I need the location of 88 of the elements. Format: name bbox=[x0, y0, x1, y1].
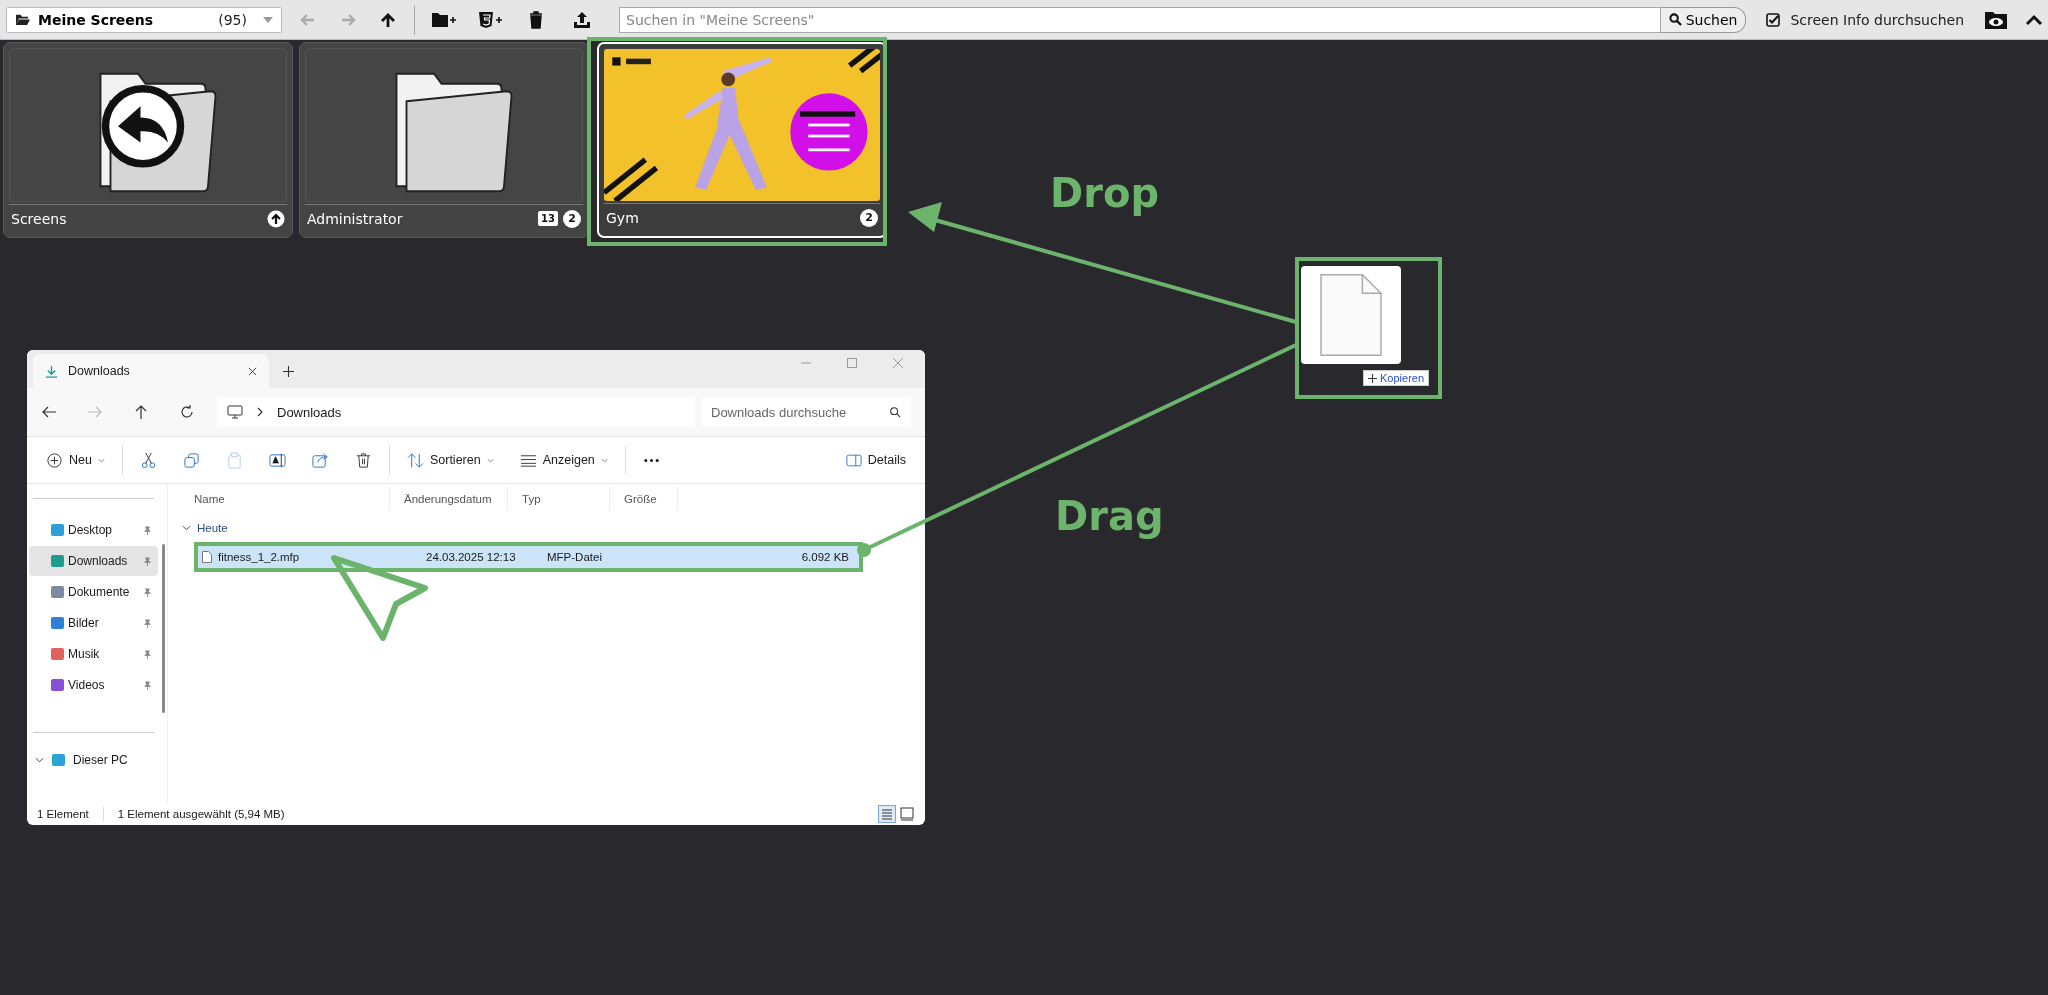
annotation-label: Drag bbox=[1055, 493, 1164, 539]
copy-icon bbox=[182, 451, 200, 469]
copy-label: Kopieren bbox=[1380, 372, 1425, 384]
pin-icon bbox=[143, 587, 152, 597]
sidebar-item[interactable]: Desktop bbox=[29, 515, 158, 545]
file-icon bbox=[202, 551, 212, 563]
search-icon bbox=[889, 406, 901, 418]
sidebar-item[interactable]: Dokumente bbox=[29, 577, 158, 607]
table-cell-text: 6.092 KB bbox=[800, 551, 850, 563]
group-header[interactable]: Heute bbox=[180, 514, 903, 542]
chevron-icon bbox=[182, 525, 191, 531]
file-row[interactable]: fitness_1_2.mfp 24.03.2025 12:13 MFP-Datei 6.092 KB bbox=[198, 546, 859, 568]
pin-icon bbox=[143, 649, 152, 659]
computer-icon bbox=[227, 405, 243, 419]
file-icon bbox=[1320, 273, 1382, 357]
file-name: fitness_1_2.mfp bbox=[218, 551, 300, 563]
folder-eye-icon[interactable] bbox=[1984, 9, 2008, 30]
tile-view-icon[interactable] bbox=[899, 806, 915, 822]
column-header[interactable]: Typ bbox=[508, 487, 610, 511]
item-count: 2 bbox=[563, 209, 581, 228]
chevron-icon bbox=[600, 457, 608, 463]
chevron-icon bbox=[257, 407, 263, 417]
new-button[interactable]: Neu bbox=[37, 447, 114, 473]
search-field[interactable]: Suchen in "Meine Screens" bbox=[619, 6, 1661, 33]
download-icon bbox=[45, 364, 58, 378]
folder-select[interactable]: Meine Screens (95) bbox=[6, 6, 282, 33]
window-tab[interactable]: Downloads bbox=[33, 354, 269, 388]
panel-icon bbox=[845, 453, 862, 467]
address-bar[interactable]: Downloads bbox=[217, 397, 695, 427]
table-cell-text: 24.03.2025 12:13 bbox=[425, 551, 517, 563]
view-button[interactable]: Anzeigen bbox=[510, 447, 617, 473]
clipboard-icon bbox=[225, 451, 243, 469]
folder-name: Gym bbox=[606, 209, 639, 226]
sidebar-item[interactable]: Bilder bbox=[29, 608, 158, 638]
refresh-button[interactable] bbox=[179, 404, 195, 420]
list-view-icon[interactable] bbox=[879, 806, 895, 822]
pin-icon bbox=[143, 525, 152, 535]
up-arrow-icon bbox=[380, 11, 396, 28]
search-button[interactable]: Suchen bbox=[1660, 6, 1747, 33]
sidebar-item[interactable]: Downloads bbox=[29, 546, 158, 576]
plus-circle-icon bbox=[46, 451, 63, 469]
subfolder-count: 13 bbox=[538, 211, 558, 226]
back-button[interactable] bbox=[41, 404, 57, 420]
sidebar-item[interactable]: Musik bbox=[29, 639, 158, 669]
share-icon bbox=[311, 451, 329, 469]
status-text: 1 Element ausgewählt (5,94 MB) bbox=[117, 808, 285, 820]
plus-icon bbox=[1368, 373, 1377, 383]
trash-icon bbox=[354, 451, 372, 469]
status-text: 1 Element bbox=[37, 808, 89, 820]
checkbox[interactable] bbox=[1766, 12, 1781, 27]
folder-name: Administrator bbox=[307, 210, 403, 227]
item-count: 2 bbox=[860, 208, 878, 227]
more-icon bbox=[642, 457, 660, 463]
table-cell-text: MFP-Datei bbox=[546, 551, 603, 563]
search-icon bbox=[1668, 13, 1682, 26]
right-arrow-icon bbox=[340, 11, 356, 28]
folder-tile[interactable]: Screens bbox=[3, 42, 293, 238]
chevron-icon bbox=[486, 457, 494, 463]
close-icon[interactable] bbox=[248, 366, 257, 376]
details-button[interactable]: Details bbox=[836, 449, 915, 471]
new-tab-icon[interactable] bbox=[283, 366, 294, 377]
scissors-icon bbox=[139, 451, 157, 469]
checkbox-label: Screen Info durchsuchen bbox=[1790, 11, 1964, 28]
up-button[interactable] bbox=[133, 404, 149, 420]
left-arrow-icon bbox=[300, 11, 316, 28]
chevron-icon bbox=[97, 457, 105, 463]
annotation-label: Drop bbox=[1050, 170, 1160, 216]
add-html-icon bbox=[477, 10, 503, 29]
sort-button[interactable]: Sortieren bbox=[397, 447, 503, 473]
pin-icon bbox=[143, 680, 152, 690]
scrollbar[interactable] bbox=[162, 544, 165, 713]
sidebar-item[interactable]: Dieser PC bbox=[29, 745, 158, 775]
column-header[interactable]: Größe bbox=[610, 487, 678, 511]
column-header[interactable]: Änderungsdatum bbox=[390, 487, 508, 511]
column-header[interactable]: Name bbox=[180, 487, 390, 511]
up-arrow-icon bbox=[267, 209, 285, 228]
sort-icon bbox=[406, 451, 424, 469]
folder-tile[interactable]: Administrator 13 2 bbox=[299, 42, 589, 238]
pin-icon bbox=[143, 556, 152, 566]
add-folder-icon bbox=[431, 10, 457, 29]
chevron-icon[interactable] bbox=[35, 757, 44, 763]
collapse-icon[interactable] bbox=[2026, 13, 2042, 26]
sidebar-item[interactable]: Videos bbox=[29, 670, 158, 700]
caret-icon bbox=[263, 16, 273, 23]
rename-icon bbox=[268, 451, 286, 469]
folder-name: Screens bbox=[11, 210, 67, 227]
search-field[interactable]: Downloads durchsuche bbox=[701, 397, 911, 427]
pin-icon bbox=[143, 618, 152, 628]
